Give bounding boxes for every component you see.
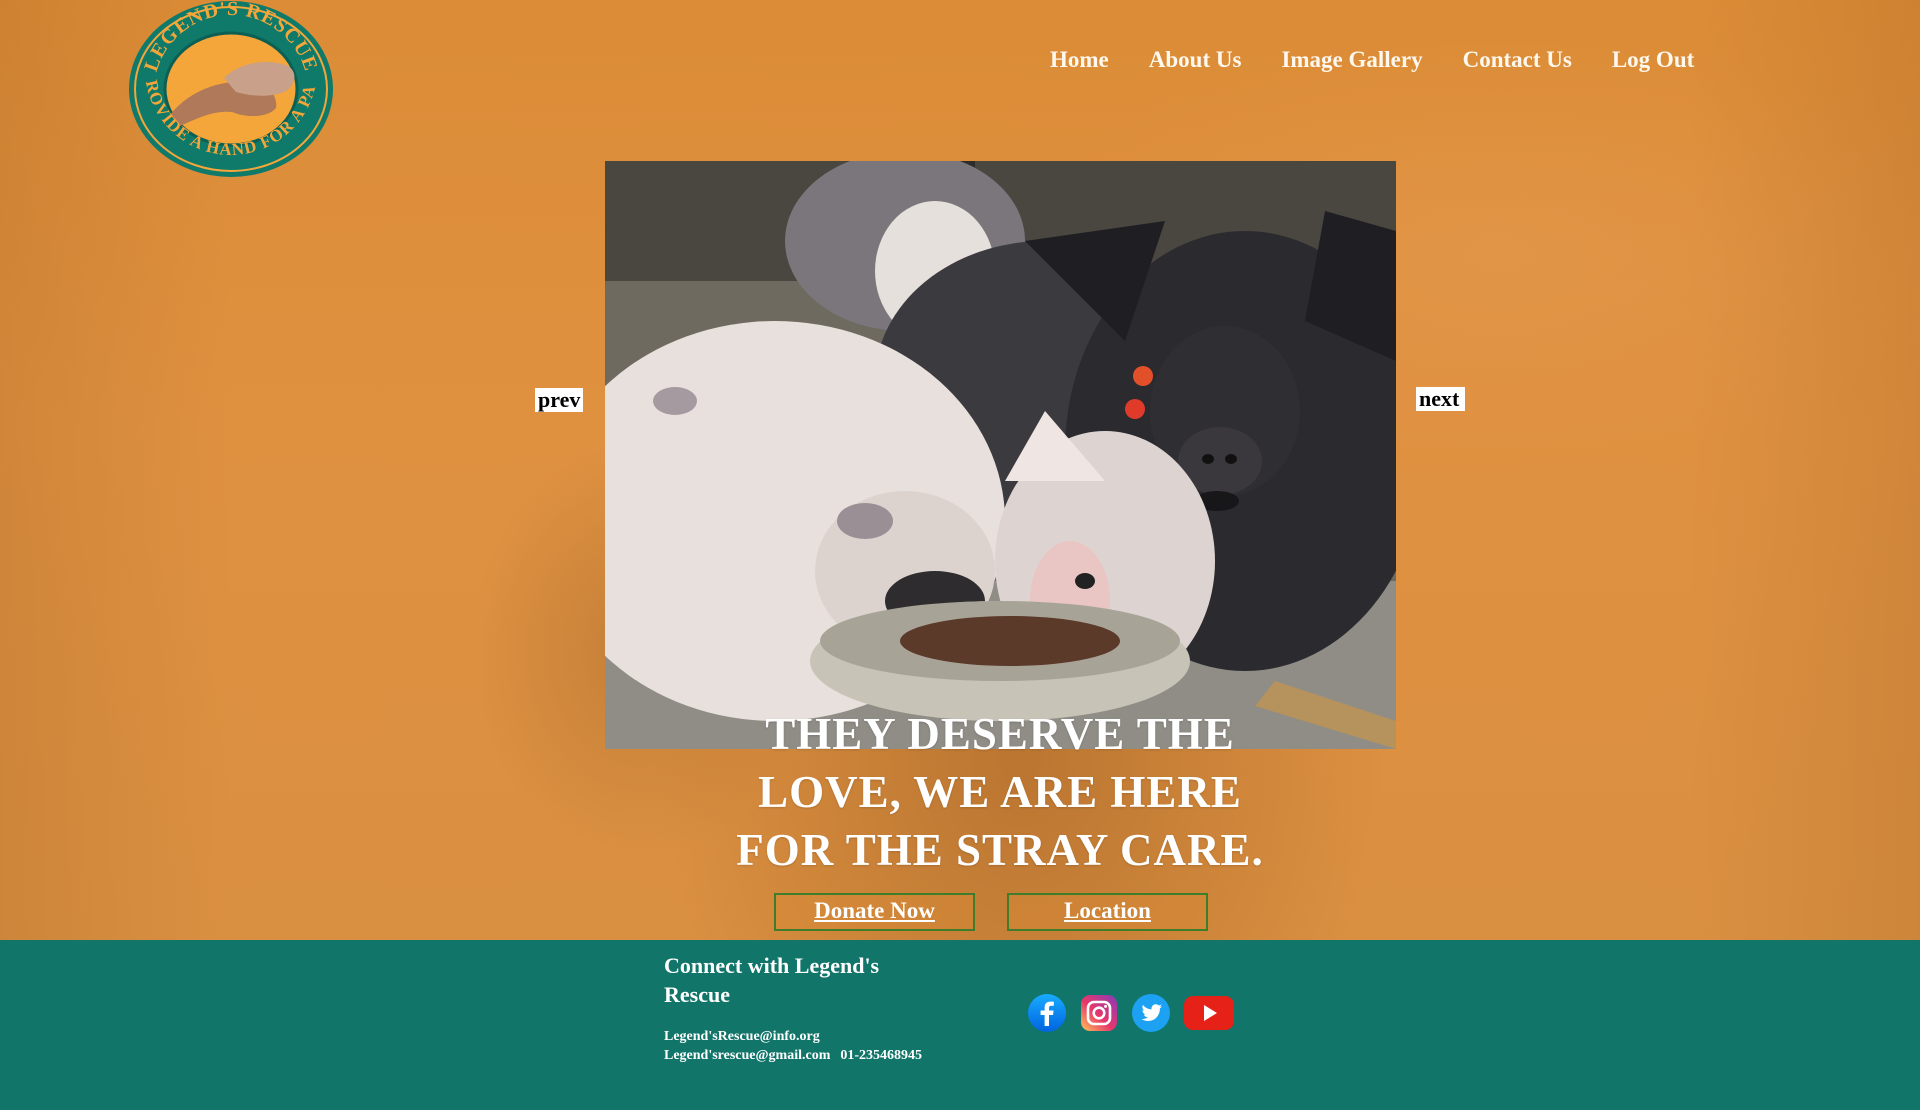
headline-line-1: THEY DESERVE THE: [765, 709, 1235, 759]
social-links: [1027, 993, 1235, 1033]
footer: Connect with Legend's Rescue Legend'sRes…: [0, 940, 1920, 1110]
facebook-icon[interactable]: [1027, 993, 1067, 1033]
footer-contact: Legend'sRescue@info.org Legend'srescue@g…: [664, 1027, 922, 1065]
footer-email-info[interactable]: Legend'sRescue@info.org: [664, 1027, 922, 1046]
nav-home[interactable]: Home: [1030, 40, 1129, 80]
nav-log-out[interactable]: Log Out: [1592, 40, 1714, 80]
twitter-icon[interactable]: [1131, 993, 1171, 1033]
legends-rescue-logo[interactable]: LEGEND'S RESCUE PROVIDE A HAND FOR A PAW: [128, 0, 334, 178]
slider-image: [605, 161, 1396, 749]
footer-title: Connect with Legend's Rescue: [664, 953, 880, 1007]
donate-now-button[interactable]: Donate Now: [774, 893, 975, 931]
slider-prev-button[interactable]: prev: [535, 388, 584, 412]
nav-about-us[interactable]: About Us: [1129, 40, 1262, 80]
youtube-icon[interactable]: [1183, 993, 1235, 1033]
footer-phone[interactable]: 01-235468945: [840, 1048, 922, 1063]
footer-email-gmail[interactable]: Legend'srescue@gmail.com: [664, 1048, 830, 1063]
headline-line-3: FOR THE STRAY CARE.: [736, 825, 1264, 875]
slider-next-button[interactable]: next: [1416, 387, 1466, 411]
instagram-icon[interactable]: [1079, 993, 1119, 1033]
location-button[interactable]: Location: [1007, 893, 1208, 931]
nav-contact-us[interactable]: Contact Us: [1443, 40, 1592, 80]
headline-line-2: LOVE, WE ARE HERE: [758, 767, 1242, 817]
hero-headline: THEY DESERVE THE LOVE, WE ARE HERE FOR T…: [640, 705, 1360, 879]
main-nav: Home About Us Image Gallery Contact Us L…: [1030, 40, 1714, 80]
nav-image-gallery[interactable]: Image Gallery: [1261, 40, 1442, 80]
